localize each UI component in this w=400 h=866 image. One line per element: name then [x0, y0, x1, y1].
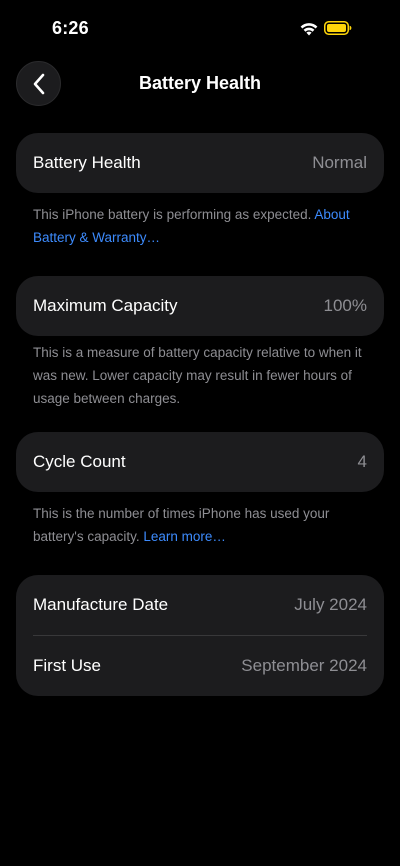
battery-health-value: Normal — [312, 153, 367, 172]
first-use-row: First Use September 2024 — [16, 636, 384, 696]
battery-icon — [324, 21, 352, 35]
battery-health-note-text: This iPhone battery is performing as exp… — [33, 207, 315, 222]
cycle-count-card: Cycle Count 4 — [16, 432, 384, 492]
maximum-capacity-note: This is a measure of battery capacity re… — [33, 345, 362, 406]
maximum-capacity-label: Maximum Capacity — [33, 296, 178, 315]
status-bar: 6:26 — [0, 0, 400, 58]
first-use-label: First Use — [33, 656, 101, 675]
cycle-count-label: Cycle Count — [33, 452, 126, 471]
cycle-count-row: Cycle Count 4 — [16, 432, 384, 492]
dates-card: Manufacture Date July 2024 First Use Sep… — [16, 575, 384, 696]
maximum-capacity-card: Maximum Capacity 100% — [16, 276, 384, 336]
first-use-value: September 2024 — [241, 656, 367, 675]
battery-health-screen: 6:26 Battery Health Battery Health Norma… — [0, 0, 400, 866]
battery-health-card: Battery Health Normal — [16, 133, 384, 193]
manufacture-date-value: July 2024 — [294, 595, 367, 614]
battery-health-label: Battery Health — [33, 153, 141, 172]
status-time: 6:26 — [52, 18, 89, 38]
battery-health-note: This iPhone battery is performing as exp… — [33, 203, 373, 249]
manufacture-date-row: Manufacture Date July 2024 — [16, 575, 384, 635]
maximum-capacity-row: Maximum Capacity 100% — [16, 276, 384, 336]
cycle-count-value: 4 — [357, 452, 367, 471]
learn-more-link[interactable]: Learn more… — [143, 529, 226, 544]
page-title: Battery Health — [138, 73, 262, 93]
manufacture-date-label: Manufacture Date — [33, 595, 169, 614]
cycle-count-note: This is the number of times iPhone has u… — [33, 502, 373, 548]
wifi-icon — [300, 23, 318, 36]
maximum-capacity-value: 100% — [323, 296, 367, 315]
battery-health-row: Battery Health Normal — [16, 133, 384, 193]
